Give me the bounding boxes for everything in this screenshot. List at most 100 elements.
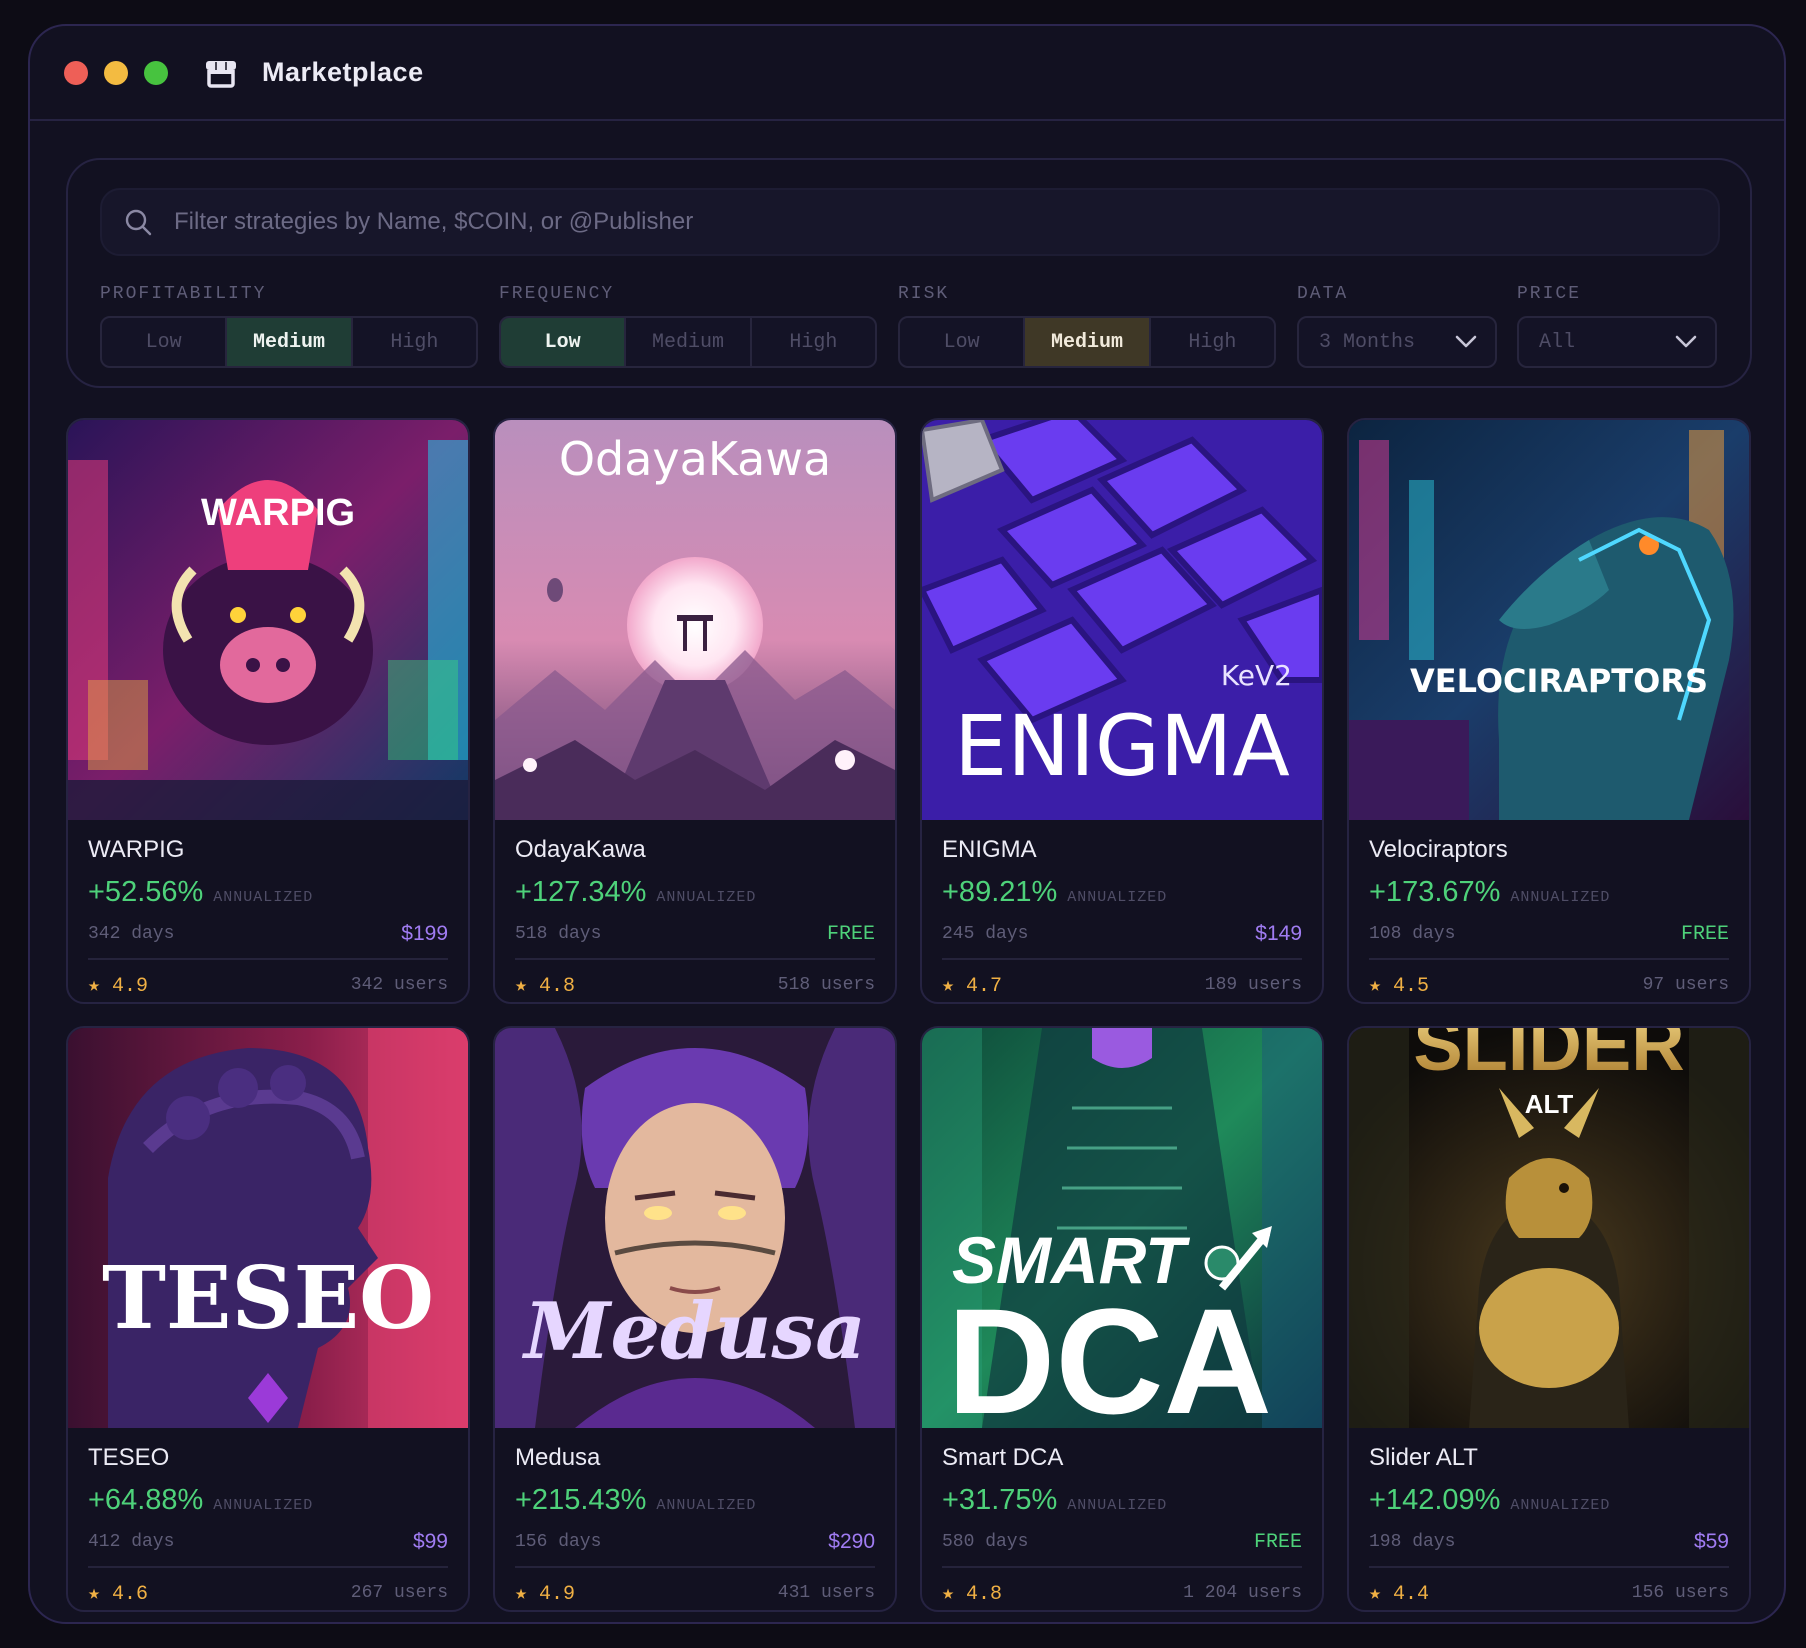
- risk-segmented-control: Low Medium High: [898, 316, 1276, 368]
- strategy-card-teseo[interactable]: TESEO TESEO +64.88% ANNUALIZED 412 days $9…: [66, 1026, 470, 1612]
- card-info: ENIGMA +89.21% ANNUALIZED 245 days $149 ★ …: [942, 836, 1302, 998]
- strategy-name: Velociraptors: [1369, 836, 1508, 863]
- odayakawa-artwork: OdayaKawa: [495, 420, 895, 820]
- strategy-price: $149: [1255, 922, 1302, 945]
- strategy-rating: ★ 4.8: [942, 1583, 1003, 1606]
- strategy-rating: ★ 4.4: [1369, 1583, 1430, 1606]
- maximize-window-button[interactable]: [144, 60, 168, 85]
- user-count: 342 users: [350, 975, 448, 995]
- strategy-name: Smart DCA: [942, 1444, 1064, 1471]
- profitability-medium-option[interactable]: Medium: [227, 318, 353, 366]
- annualized-label: ANNUALIZED: [1067, 1497, 1168, 1514]
- search-input[interactable]: [172, 207, 1718, 237]
- strategy-card-velociraptors[interactable]: VELOCIRAPTORS Velociraptors +173.67% ANNU…: [1347, 418, 1751, 1004]
- annualized-label: ANNUALIZED: [213, 889, 314, 906]
- smart-dca-artwork: SMART DCA: [922, 1028, 1322, 1428]
- profitability-high-option[interactable]: High: [353, 318, 476, 366]
- velociraptors-art-title: VELOCIRAPTORS: [1410, 662, 1708, 700]
- data-label: DATA: [1297, 284, 1349, 304]
- search-bar[interactable]: [100, 188, 1720, 256]
- strategy-card-medusa[interactable]: Medusa Medusa +215.43% ANNUALIZED 156 day…: [493, 1026, 897, 1612]
- slider-alt-art-title: SLIDER: [1413, 1028, 1684, 1086]
- slider-alt-artwork: SLIDER ALT: [1349, 1028, 1749, 1428]
- search-icon: [125, 209, 152, 236]
- price-dropdown-value: All: [1539, 330, 1576, 354]
- annualized-gain: +173.67%: [1369, 876, 1501, 908]
- risk-low-option[interactable]: Low: [900, 318, 1026, 366]
- user-count: 156 users: [1631, 1583, 1729, 1603]
- strategy-rating: ★ 4.5: [1369, 975, 1430, 998]
- profitability-low-option[interactable]: Low: [102, 318, 228, 366]
- card-info: Slider ALT +142.09% ANNUALIZED 198 days $5…: [1369, 1444, 1729, 1606]
- strategy-card-smart-dca[interactable]: SMART DCA Smart DCA +31.75% ANNUALIZED 58…: [920, 1026, 1324, 1612]
- annualized-label: ANNUALIZED: [1510, 889, 1611, 906]
- profitability-label: PROFITABILITY: [100, 284, 267, 304]
- card-info: WARPIG +52.56% ANNUALIZED 342 days $199 ★ …: [88, 836, 448, 998]
- track-record-days: 156 days: [515, 1532, 602, 1552]
- close-window-button[interactable]: [64, 60, 88, 85]
- strategy-name: TESEO: [88, 1444, 170, 1471]
- annualized-label: ANNUALIZED: [656, 889, 757, 906]
- track-record-days: 518 days: [515, 924, 602, 944]
- strategy-card-odayakawa[interactable]: OdayaKawa OdayaKawa +127.34% ANNUALIZED 5…: [493, 418, 897, 1004]
- strategy-rating: ★ 4.9: [515, 1583, 576, 1606]
- window-title: Marketplace: [262, 57, 424, 87]
- user-count: 267 users: [350, 1583, 448, 1603]
- enigma-artwork: KeV2 ENIGMA: [922, 420, 1322, 820]
- card-info: OdayaKawa +127.34% ANNUALIZED 518 days FRE…: [515, 836, 875, 998]
- price-label: PRICE: [1517, 284, 1582, 304]
- data-dropdown-value: 3 Months: [1319, 330, 1416, 354]
- frequency-low-option[interactable]: Low: [501, 318, 627, 366]
- strategy-name: ENIGMA: [942, 836, 1037, 863]
- annualized-gain: +31.75%: [942, 1484, 1058, 1516]
- enigma-art-title: ENIGMA: [954, 697, 1290, 795]
- track-record-days: 580 days: [942, 1532, 1029, 1552]
- teseo-art-title: TESEO: [102, 1248, 434, 1349]
- smart-dca-art-subtitle: DCA: [947, 1277, 1272, 1428]
- strategy-card-warpig[interactable]: WARPIG WARPIG +52.56% ANNUALIZED 342 days…: [66, 418, 470, 1004]
- warpig-art-title: WARPIG: [201, 492, 355, 534]
- track-record-days: 198 days: [1369, 1532, 1456, 1552]
- risk-medium-option[interactable]: Medium: [1025, 318, 1151, 366]
- slider-alt-art-subtitle: ALT: [1525, 1089, 1574, 1119]
- enigma-art-subtitle: KeV2: [1221, 659, 1292, 692]
- track-record-days: 342 days: [88, 924, 175, 944]
- frequency-medium-option[interactable]: Medium: [626, 318, 752, 366]
- risk-label: RISK: [898, 284, 950, 304]
- user-count: 431 users: [777, 1583, 875, 1603]
- annualized-gain: +64.88%: [88, 1484, 204, 1516]
- odayakawa-art-title: OdayaKawa: [559, 432, 831, 486]
- profitability-segmented-control: Low Medium High: [100, 316, 478, 368]
- frequency-segmented-control: Low Medium High: [499, 316, 877, 368]
- strategy-rating: ★ 4.6: [88, 1583, 149, 1606]
- track-record-days: 245 days: [942, 924, 1029, 944]
- annualized-gain: +127.34%: [515, 876, 647, 908]
- card-info: TESEO +64.88% ANNUALIZED 412 days $99 ★ 4.…: [88, 1444, 448, 1606]
- strategy-name: Slider ALT: [1369, 1444, 1478, 1471]
- annualized-label: ANNUALIZED: [1067, 889, 1168, 906]
- frequency-label: FREQUENCY: [499, 284, 615, 304]
- medusa-art-title: Medusa: [521, 1286, 866, 1377]
- annualized-gain: +89.21%: [942, 876, 1058, 908]
- profitability-filter: PROFITABILITY Low Medium High: [100, 284, 478, 368]
- annualized-gain: +215.43%: [515, 1484, 647, 1516]
- user-count: 189 users: [1204, 975, 1302, 995]
- annualized-label: ANNUALIZED: [213, 1497, 314, 1514]
- minimize-window-button[interactable]: [104, 60, 128, 85]
- card-info: Smart DCA +31.75% ANNUALIZED 580 days FREE…: [942, 1444, 1302, 1606]
- title-bar: Marketplace: [30, 26, 1784, 121]
- price-dropdown[interactable]: All: [1517, 316, 1717, 368]
- strategy-rating: ★ 4.7: [942, 975, 1003, 998]
- velociraptors-artwork: VELOCIRAPTORS: [1349, 420, 1749, 820]
- risk-high-option[interactable]: High: [1151, 318, 1274, 366]
- store-icon: [206, 60, 236, 88]
- annualized-label: ANNUALIZED: [656, 1497, 757, 1514]
- chevron-down-icon: [1455, 335, 1477, 348]
- strategy-price: FREE: [1680, 922, 1729, 946]
- data-dropdown[interactable]: 3 Months: [1297, 316, 1497, 368]
- price-filter: PRICE All: [1517, 284, 1717, 368]
- frequency-high-option[interactable]: High: [752, 318, 875, 366]
- strategy-card-enigma[interactable]: KeV2 ENIGMA ENIGMA +89.21% ANNUALIZED 245…: [920, 418, 1324, 1004]
- strategy-card-slider-alt[interactable]: SLIDER ALT Slider ALT +142.09% ANNUALIZED…: [1347, 1026, 1751, 1612]
- user-count: 1 204 users: [1183, 1583, 1302, 1603]
